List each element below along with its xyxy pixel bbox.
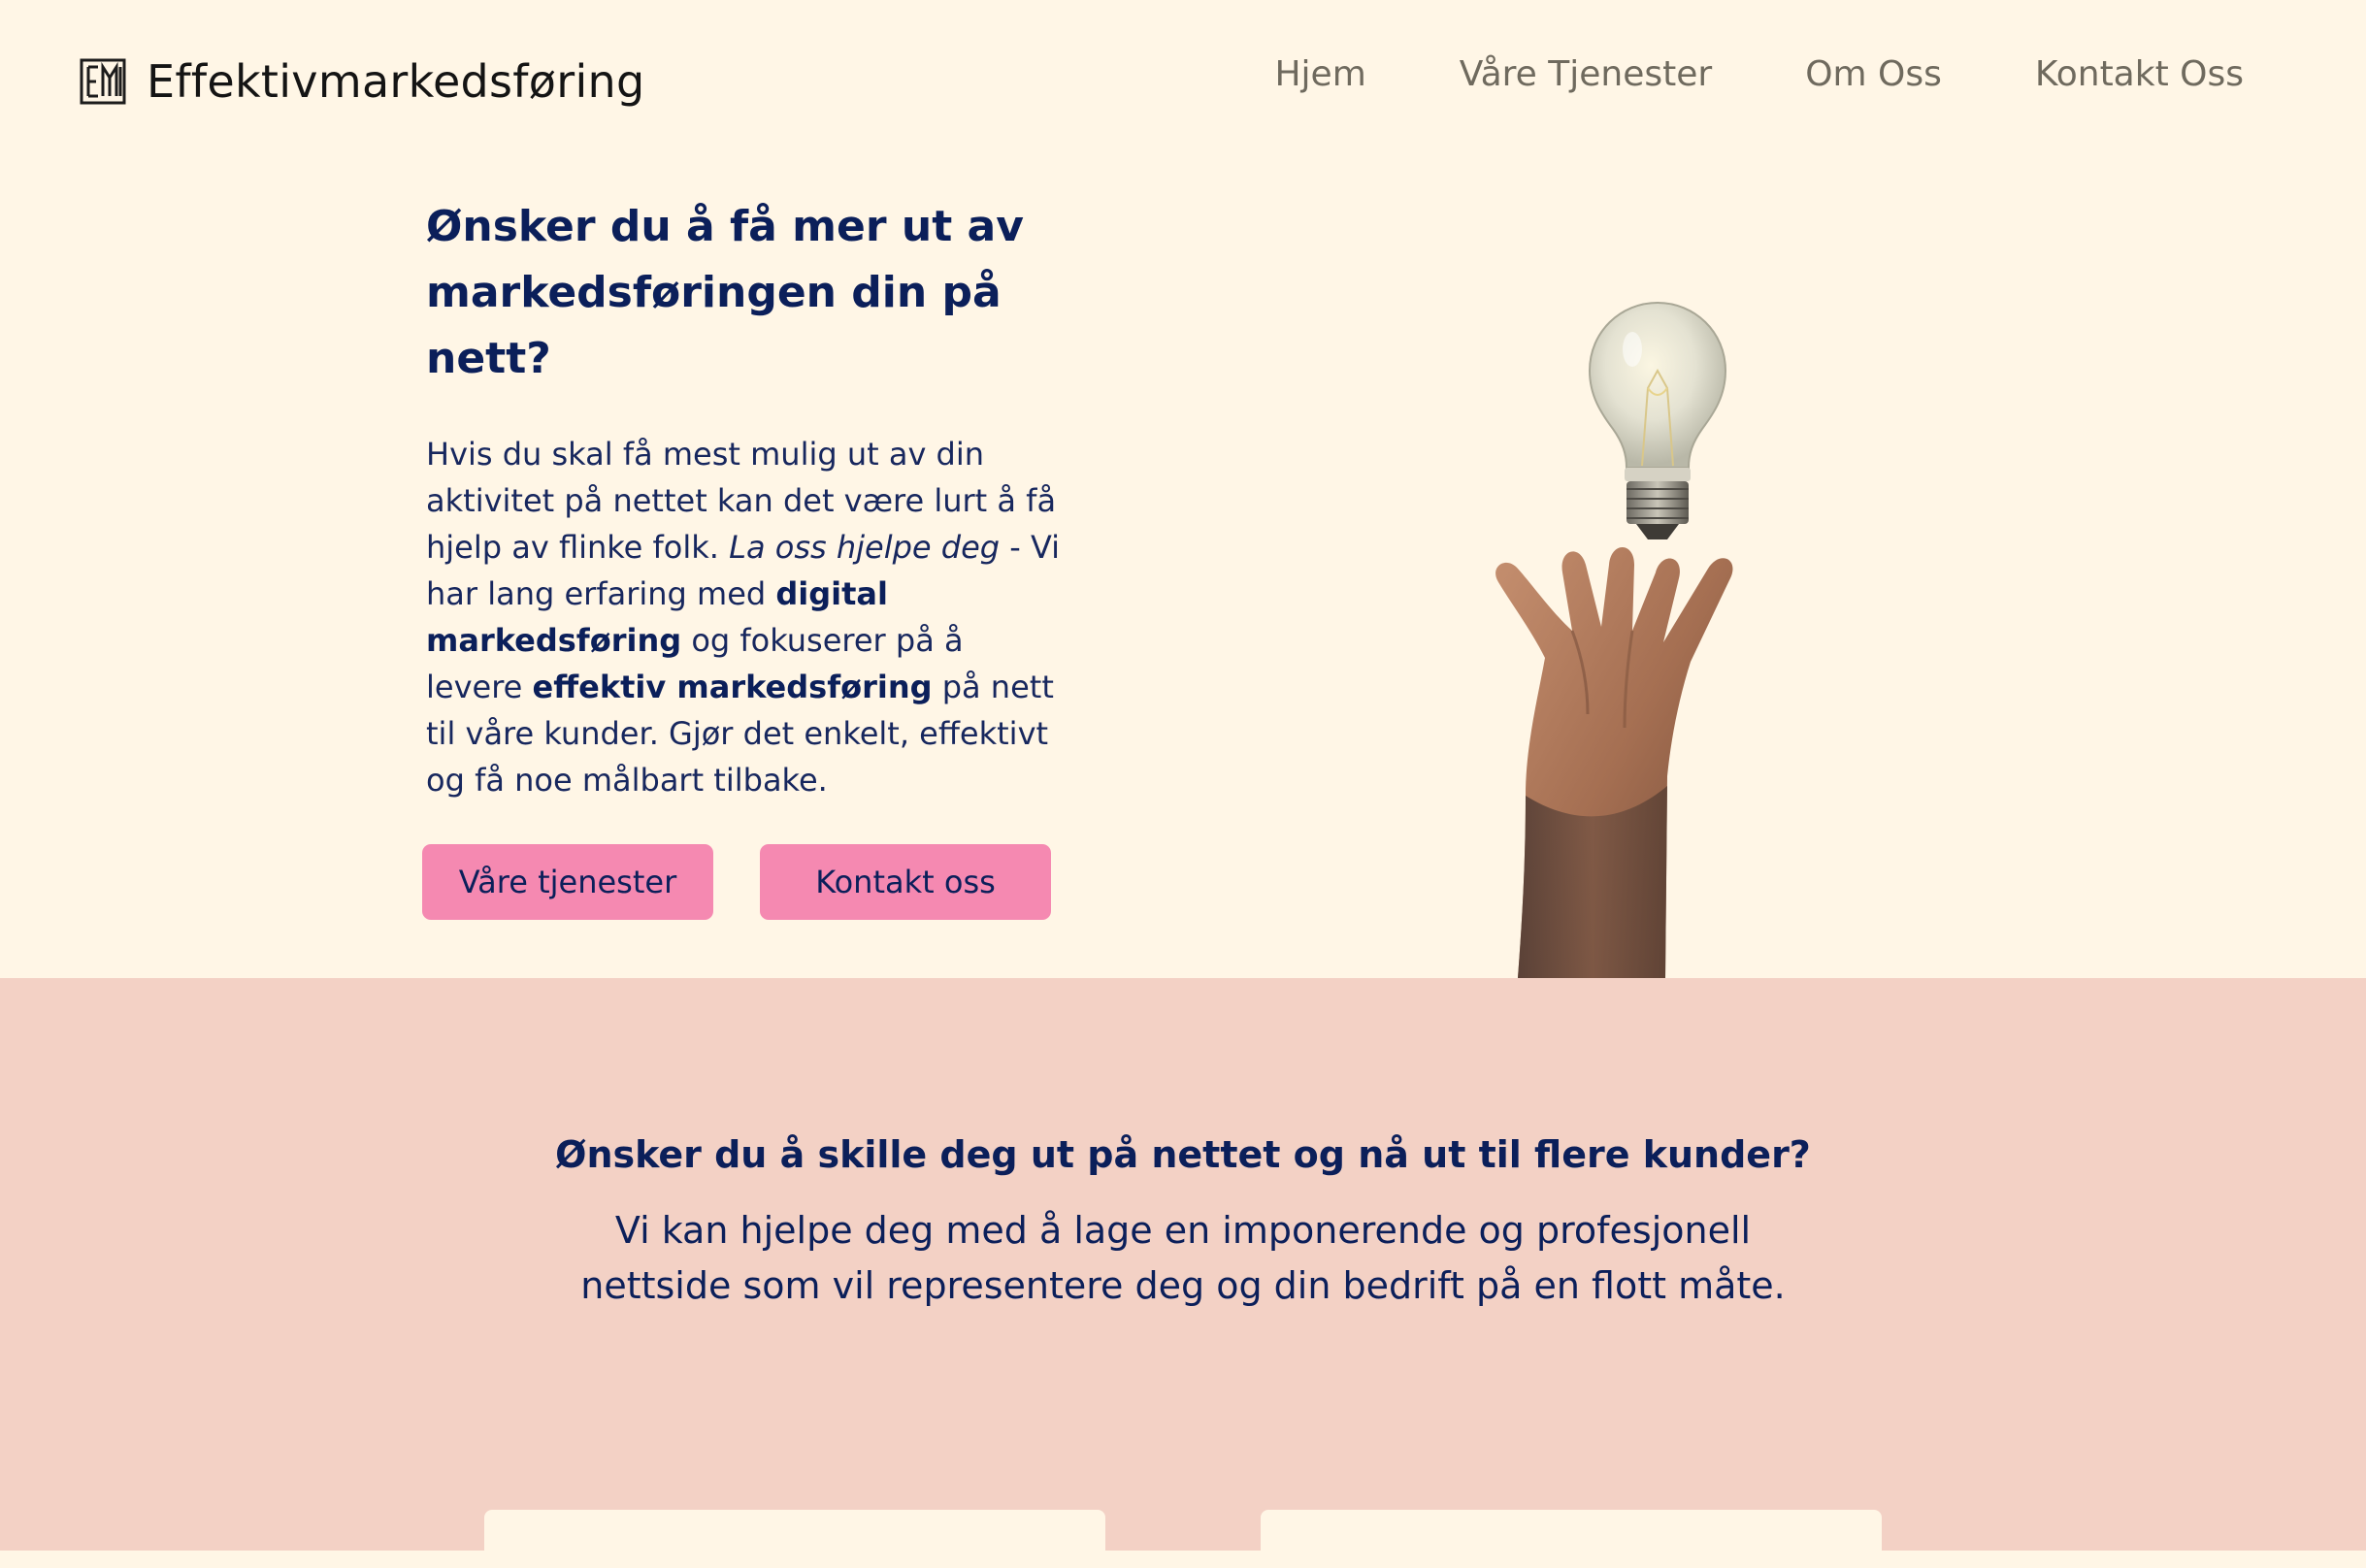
nav-link-om-oss[interactable]: Om Oss [1805,54,1942,94]
hero-text: Ønsker du å få mer ut av markedsføringen… [426,194,1067,803]
standout-text: Vi kan hjelpe deg med å lage en imponere… [580,1209,1786,1307]
em-monogram-icon [80,58,126,105]
hero-body: Hvis du skal få mest mulig ut av din akt… [426,431,1067,803]
services-button[interactable]: Våre tjenester [422,844,713,920]
nav-link-kontakt-oss[interactable]: Kontakt Oss [2035,54,2244,94]
contact-button[interactable]: Kontakt oss [760,844,1051,920]
nav-link-vare-tjenester[interactable]: Våre Tjenester [1460,54,1712,94]
site-header: Effektivmarkedsføring Hjem Våre Tjeneste… [0,0,2366,165]
hero-title: Ønsker du å få mer ut av markedsføringen… [426,202,1024,383]
lightbulb-and-hand-image [1495,301,1733,978]
standout-title: Ønsker du å skille deg ut på nettet og n… [555,1133,1811,1176]
hero-body-bold-effektiv: effektiv markedsføring [532,669,933,705]
service-card-left [484,1510,1105,1568]
brand[interactable]: Effektivmarkedsføring [80,50,645,113]
brand-name: Effektivmarkedsføring [147,55,645,108]
standout-section: Ønsker du å skille deg ut på nettet og n… [0,978,2366,1568]
nav-link-hjem[interactable]: Hjem [1274,54,1365,94]
service-card-right [1261,1510,1882,1568]
hero-buttons: Våre tjenester Kontakt oss [422,844,1051,920]
hero-body-italic: La oss hjelpe deg [729,529,1001,566]
main-nav: Hjem Våre Tjenester Om Oss Kontakt Oss [1274,54,2244,94]
